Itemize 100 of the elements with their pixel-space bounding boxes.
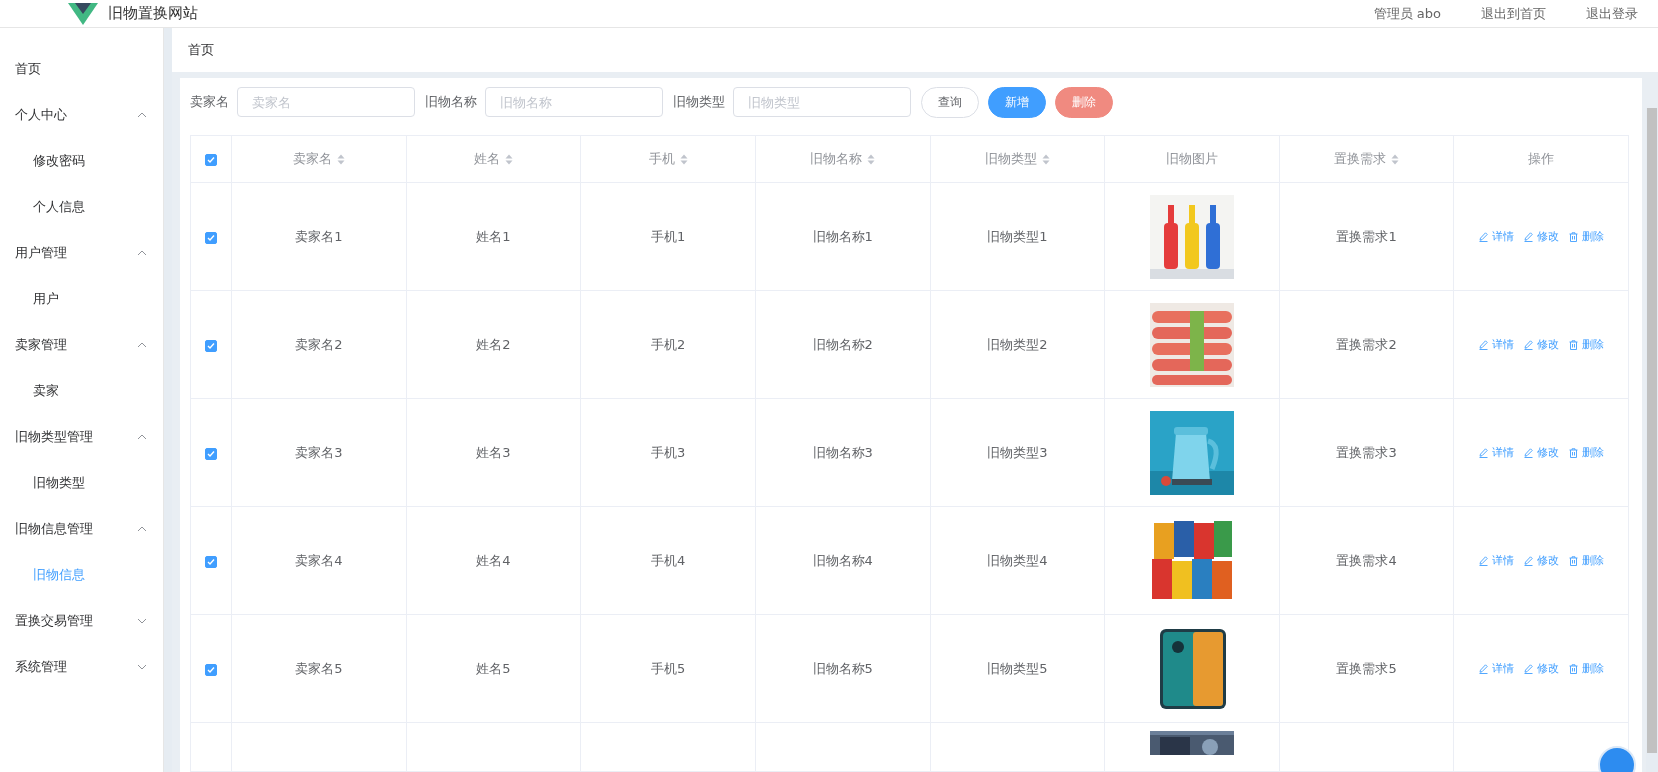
sort-icon[interactable] bbox=[679, 153, 688, 165]
column-header[interactable]: 手机 bbox=[648, 150, 675, 168]
sort-icon[interactable] bbox=[867, 153, 876, 165]
pencil-icon bbox=[1478, 663, 1488, 674]
table-cell: 旧物类型3 bbox=[987, 444, 1048, 460]
column-header[interactable]: 姓名 bbox=[473, 150, 500, 168]
pencil-icon bbox=[1478, 231, 1488, 242]
pencil-icon bbox=[1523, 339, 1533, 350]
checkbox[interactable] bbox=[205, 231, 217, 244]
sort-icon[interactable] bbox=[336, 153, 345, 165]
menu-item[interactable]: 旧物信息管理 bbox=[0, 506, 163, 552]
submenu-item[interactable]: 用户 bbox=[0, 276, 163, 322]
submenu-item[interactable]: 个人信息 bbox=[0, 184, 163, 230]
column-header[interactable]: 卖家名 bbox=[292, 150, 332, 168]
pencil-icon bbox=[1478, 339, 1488, 350]
table-cell: 置换需求5 bbox=[1336, 660, 1397, 676]
table-cell: 卖家名4 bbox=[295, 552, 343, 568]
details-link[interactable]: 详情 bbox=[1478, 661, 1514, 676]
table-cell: 旧物类型1 bbox=[987, 228, 1048, 244]
search-button[interactable]: 查询 bbox=[921, 86, 979, 118]
table-cell: 手机3 bbox=[650, 444, 686, 460]
table-cell: 旧物类型5 bbox=[987, 660, 1048, 676]
sort-icon[interactable] bbox=[504, 153, 513, 165]
delete-link[interactable]: 删除 bbox=[1568, 553, 1604, 568]
table-cell: 置换需求4 bbox=[1336, 552, 1397, 568]
trash-icon bbox=[1568, 555, 1578, 566]
trash-icon bbox=[1568, 231, 1578, 242]
table-cell: 置换需求2 bbox=[1336, 336, 1397, 352]
table-cell: 卖家名3 bbox=[295, 444, 343, 460]
logo-icon bbox=[68, 2, 98, 25]
table-cell: 手机2 bbox=[650, 336, 686, 352]
pencil-icon bbox=[1523, 447, 1533, 458]
delete-link[interactable]: 删除 bbox=[1568, 229, 1604, 244]
menu-item[interactable]: 卖家管理 bbox=[0, 322, 163, 368]
search-field[interactable]: 卖家名 bbox=[237, 87, 415, 117]
column-header[interactable]: 旧物类型 bbox=[984, 150, 1037, 168]
header-link[interactable]: 退出登录 bbox=[1586, 4, 1638, 23]
table-cell: 卖家名5 bbox=[295, 660, 343, 676]
add-button[interactable]: 新增 bbox=[988, 86, 1046, 118]
checkbox[interactable] bbox=[205, 447, 217, 460]
delete-link[interactable]: 删除 bbox=[1568, 337, 1604, 352]
table-cell: 置换需求1 bbox=[1336, 228, 1397, 244]
collapse-icon bbox=[137, 526, 147, 532]
sort-icon[interactable] bbox=[1391, 153, 1400, 165]
column-header[interactable]: 旧物名称 bbox=[810, 150, 863, 168]
table-cell: 旧物名称2 bbox=[812, 336, 873, 352]
collapse-icon bbox=[137, 342, 147, 348]
edit-link[interactable]: 修改 bbox=[1523, 445, 1559, 460]
table-cell: 旧物类型2 bbox=[987, 336, 1048, 352]
table-cell: 卖家名1 bbox=[295, 228, 343, 244]
column-header: 操作 bbox=[1528, 150, 1555, 168]
submenu-item[interactable]: 旧物信息 bbox=[0, 552, 163, 598]
menu-item[interactable]: 个人中心 bbox=[0, 92, 163, 138]
field-label: 卖家名 bbox=[190, 93, 229, 111]
submenu-item[interactable]: 修改密码 bbox=[0, 138, 163, 184]
sort-icon[interactable] bbox=[1041, 153, 1050, 165]
site-title: 旧物置换网站 bbox=[108, 4, 198, 23]
details-link[interactable]: 详情 bbox=[1478, 553, 1514, 568]
edit-link[interactable]: 修改 bbox=[1523, 661, 1559, 676]
breadcrumb[interactable]: 首页 bbox=[188, 41, 214, 59]
submenu-item[interactable]: 卖家 bbox=[0, 368, 163, 414]
menu-item[interactable]: 首页 bbox=[0, 46, 163, 92]
table-cell: 旧物名称3 bbox=[812, 444, 873, 460]
trash-icon bbox=[1568, 663, 1578, 674]
table-cell: 旧物类型4 bbox=[987, 552, 1048, 568]
edit-link[interactable]: 修改 bbox=[1523, 337, 1559, 352]
header-link[interactable]: 退出到首页 bbox=[1481, 4, 1546, 23]
menu-item[interactable]: 系统管理 bbox=[0, 644, 163, 690]
column-header[interactable]: 置换需求 bbox=[1334, 150, 1387, 168]
table-cell: 旧物名称1 bbox=[812, 228, 873, 244]
checkbox[interactable] bbox=[205, 154, 217, 166]
details-link[interactable]: 详情 bbox=[1478, 445, 1514, 460]
details-link[interactable]: 详情 bbox=[1478, 229, 1514, 244]
trash-icon bbox=[1568, 339, 1578, 350]
search-field[interactable]: 旧物名称 bbox=[485, 87, 663, 117]
delete-button[interactable]: 删除 bbox=[1055, 86, 1113, 118]
details-link[interactable]: 详情 bbox=[1478, 337, 1514, 352]
edit-link[interactable]: 修改 bbox=[1523, 229, 1559, 244]
checkbox[interactable] bbox=[205, 555, 217, 568]
checkbox[interactable] bbox=[205, 663, 217, 676]
menu-item[interactable]: 旧物类型管理 bbox=[0, 414, 163, 460]
pencil-icon bbox=[1478, 447, 1488, 458]
column-header: 旧物图片 bbox=[1165, 150, 1218, 168]
user-label: 管理员 abo bbox=[1373, 4, 1441, 23]
search-field[interactable]: 旧物类型 bbox=[733, 87, 911, 117]
checkbox[interactable] bbox=[205, 339, 217, 352]
menu-item[interactable]: 置换交易管理 bbox=[0, 598, 163, 644]
delete-link[interactable]: 删除 bbox=[1568, 661, 1604, 676]
menu-item[interactable]: 用户管理 bbox=[0, 230, 163, 276]
expand-icon bbox=[137, 618, 147, 624]
table-cell: 置换需求3 bbox=[1336, 444, 1397, 460]
pencil-icon bbox=[1478, 555, 1488, 566]
field-label: 旧物类型 bbox=[673, 93, 725, 111]
pencil-icon bbox=[1523, 555, 1533, 566]
submenu-item[interactable]: 旧物类型 bbox=[0, 460, 163, 506]
table-cell: 旧物名称5 bbox=[812, 660, 873, 676]
scrollbar-thumb[interactable] bbox=[1647, 108, 1657, 753]
delete-link[interactable]: 删除 bbox=[1568, 445, 1604, 460]
edit-link[interactable]: 修改 bbox=[1523, 553, 1559, 568]
pencil-icon bbox=[1523, 663, 1533, 674]
